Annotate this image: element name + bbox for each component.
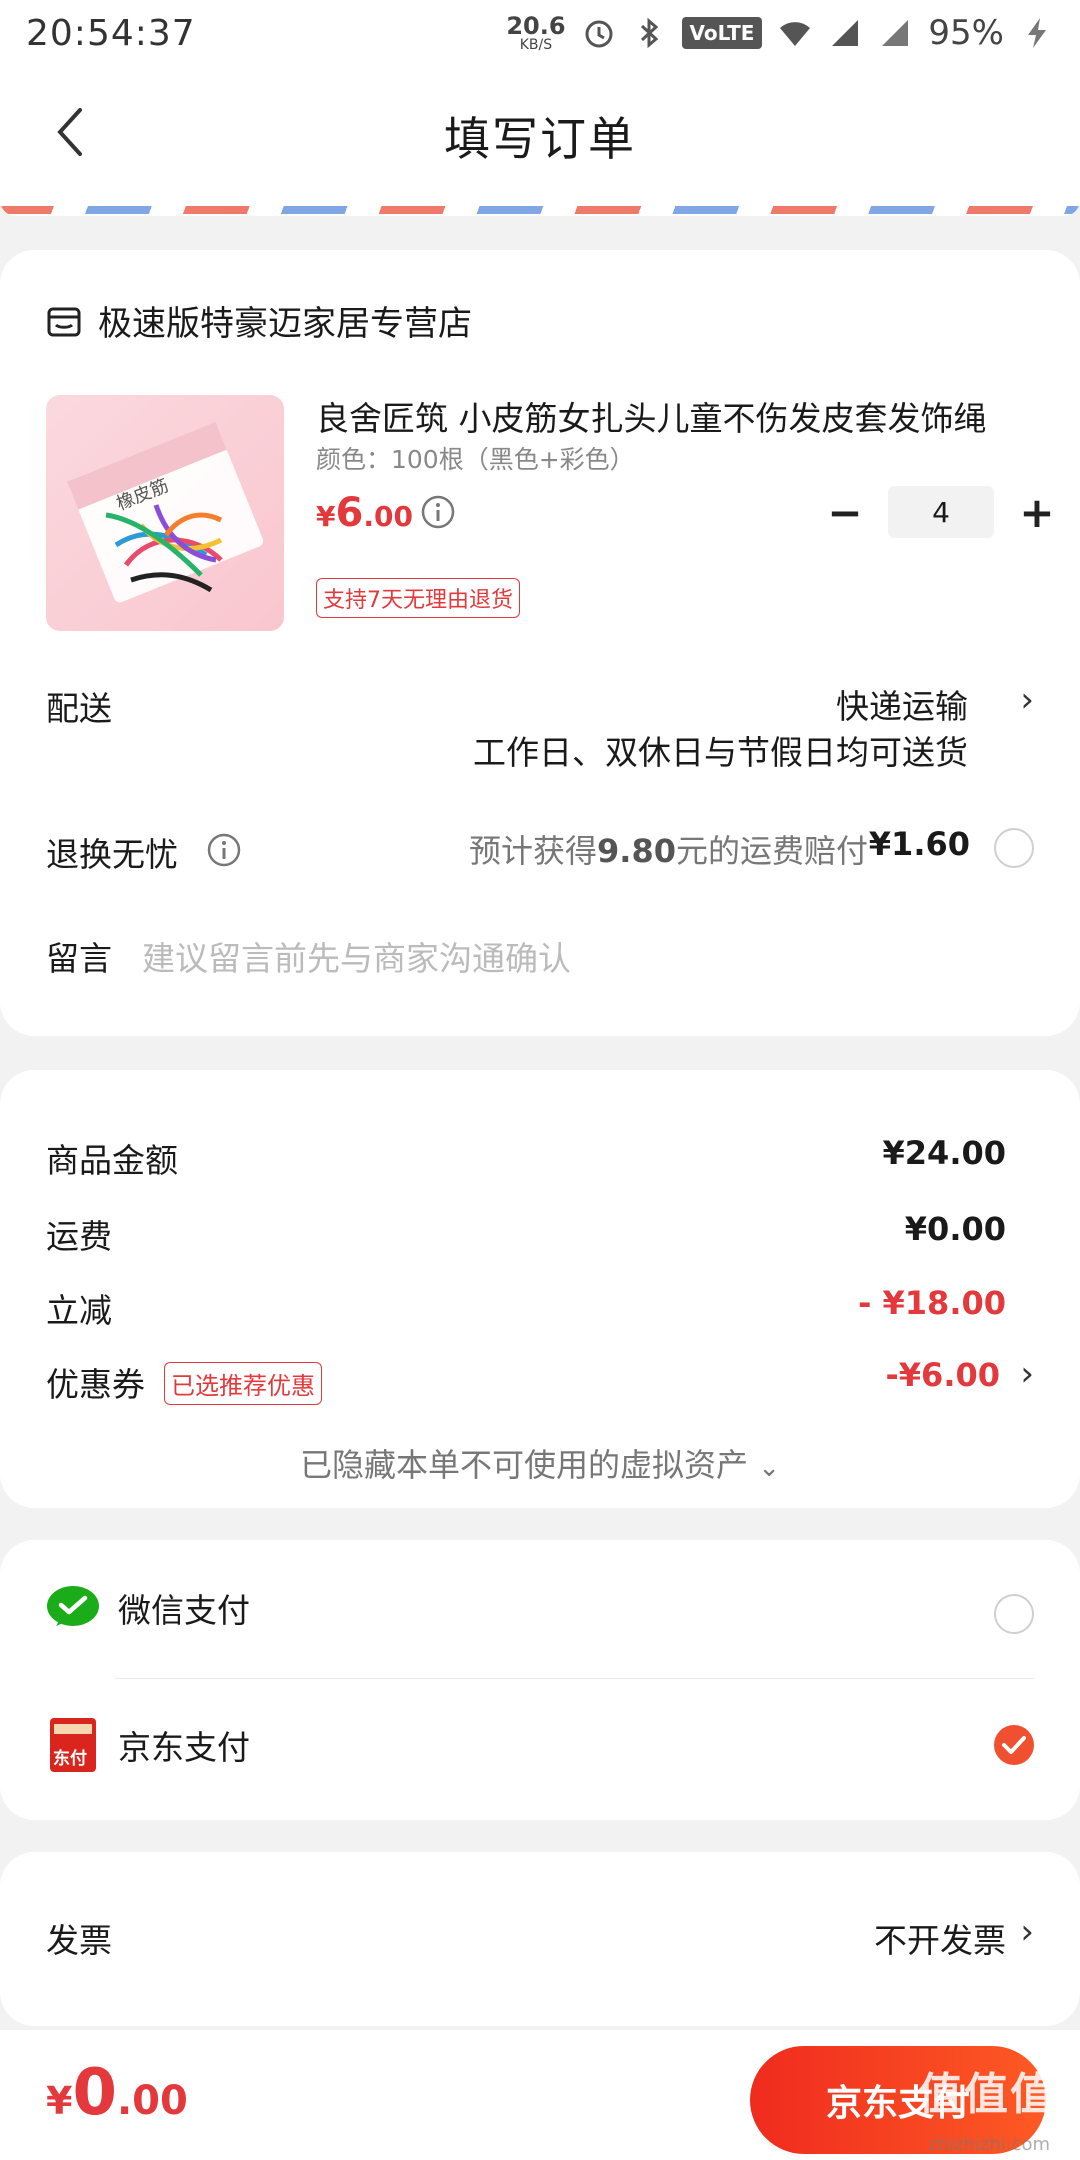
- coupon-badge: 已选推荐优惠: [164, 1362, 322, 1405]
- quantity-stepper: − 4 +: [820, 486, 1062, 538]
- discount-value: - ¥18.00: [858, 1284, 1006, 1322]
- airmail-border: [0, 200, 1080, 216]
- coupon-chevron-icon[interactable]: ›: [1020, 1354, 1034, 1394]
- quantity-plus-button[interactable]: +: [1012, 487, 1062, 537]
- goods-amount-value: ¥24.00: [882, 1134, 1006, 1172]
- return-policy-badge: 支持7天无理由退货: [316, 578, 520, 618]
- product-image-art: 橡皮筋: [67, 421, 264, 603]
- invoice-label: 发票: [46, 1921, 112, 1960]
- worry-free-desc-suffix: 元的运费赔付: [675, 832, 868, 870]
- wechat-pay-label: 微信支付: [118, 1591, 250, 1630]
- coupon-label: 优惠券: [46, 1365, 145, 1404]
- charging-icon: [1028, 18, 1046, 48]
- price-info-icon[interactable]: [420, 494, 456, 530]
- price-summary-card: 商品金额 ¥24.00 运费 ¥0.00 立减 - ¥18.00 优惠券 已选推…: [0, 1070, 1080, 1508]
- product-title[interactable]: 良舍匠筑 小皮筋女扎头儿童不伤发皮套发饰绳: [316, 392, 1016, 440]
- payment-option-jd[interactable]: 东付 京东支付: [46, 1718, 250, 1772]
- invoice-value[interactable]: 不开发票: [874, 1914, 1006, 1962]
- alarm-icon: [585, 20, 613, 48]
- jd-pay-icon: 东付: [50, 1718, 96, 1772]
- total-integer: 0: [72, 2056, 117, 2130]
- status-icons: 20.6 KB/S VoLTE 95%: [506, 13, 1054, 53]
- jd-pay-icon-text: 东付: [53, 1749, 87, 1769]
- worry-free-info-icon[interactable]: [206, 832, 242, 868]
- price-integer: 6: [335, 490, 364, 536]
- signal-icon-2: [882, 20, 909, 46]
- site-watermark-url: zhizhizhi.com: [928, 2134, 1050, 2155]
- hidden-assets-toggle[interactable]: 已隐藏本单不可使用的虚拟资产 ⌄: [0, 1440, 1080, 1486]
- quantity-input[interactable]: 4: [888, 486, 994, 538]
- discount-label: 立减: [46, 1291, 112, 1330]
- invoice-card[interactable]: 发票 不开发票 ›: [0, 1852, 1080, 2026]
- bluetooth-icon: [640, 17, 658, 49]
- coupon-value[interactable]: -¥6.00: [886, 1356, 1001, 1394]
- store-header[interactable]: 极速版特豪迈家居专营店: [46, 296, 472, 345]
- order-item-card: 极速版特豪迈家居专营店 橡皮筋 良舍匠筑 小皮筋女扎头儿童不伤发皮套发饰绳 颜色…: [0, 250, 1080, 1036]
- status-time: 20:54:37: [26, 12, 196, 54]
- delivery-method[interactable]: 快递运输: [836, 680, 968, 728]
- shipping-value: ¥0.00: [904, 1210, 1006, 1248]
- volte-icon: VoLTE: [681, 17, 763, 49]
- jd-pay-icon-band: [54, 1724, 92, 1734]
- site-watermark: 值值值: [918, 2069, 1056, 2120]
- delivery-label: 配送: [46, 689, 112, 728]
- wechat-pay-icon: [47, 1586, 99, 1626]
- page-title: 填写订单: [444, 112, 636, 166]
- payment-method-card: 微信支付 东付 京东支付: [0, 1540, 1080, 1820]
- order-total: ¥ 0 .00: [46, 2056, 188, 2130]
- battery-level: 95%: [928, 13, 1004, 53]
- delivery-note: 工作日、双休日与节假日均可送货: [473, 733, 968, 772]
- hidden-assets-note: 已隐藏本单不可使用的虚拟资产: [300, 1446, 749, 1484]
- delivery-chevron-icon[interactable]: ›: [1020, 680, 1034, 720]
- price-symbol: ¥: [316, 500, 336, 533]
- price-decimal: .00: [363, 500, 413, 533]
- product-image[interactable]: 橡皮筋: [46, 395, 284, 631]
- airmail-stripes: [0, 206, 1080, 214]
- total-symbol: ¥: [46, 2079, 73, 2123]
- jd-pay-radio[interactable]: [994, 1725, 1034, 1765]
- signal-icon-1: [832, 20, 859, 46]
- network-speed-unit: KB/S: [519, 37, 553, 53]
- wechat-pay-radio[interactable]: [994, 1594, 1034, 1634]
- payment-option-wechat[interactable]: 微信支付: [46, 1584, 250, 1632]
- message-input[interactable]: 建议留言前先与商家沟通确认: [142, 932, 571, 980]
- worry-free-amount: 9.80: [597, 832, 676, 870]
- product-spec[interactable]: 颜色：100根（黑色+彩色）: [316, 440, 635, 476]
- wifi-icon: [780, 22, 811, 46]
- worry-free-description: 预计获得9.80元的运费赔付: [469, 826, 868, 872]
- header: 填写订单: [0, 66, 1080, 206]
- jd-pay-label: 京东支付: [118, 1728, 250, 1767]
- checkout-bar: ¥ 0 .00 京东支付 值值值 zhizhizhi.com: [0, 2030, 1080, 2160]
- store-icon: [47, 307, 81, 336]
- chevron-down-icon: ⌄: [758, 1453, 780, 1483]
- payment-divider: [114, 1678, 1034, 1679]
- worry-free-desc-prefix: 预计获得: [469, 832, 598, 870]
- status-bar: 20:54:37 20.6 KB/S VoLTE 95%: [0, 0, 1080, 66]
- worry-free-label: 退换无忧: [46, 835, 178, 874]
- message-label: 留言: [46, 939, 112, 978]
- quantity-minus-button[interactable]: −: [820, 487, 870, 537]
- network-speed-value: 20.6: [506, 12, 566, 40]
- back-arrow-icon[interactable]: [46, 102, 96, 162]
- goods-amount-label: 商品金额: [46, 1141, 178, 1180]
- invoice-chevron-icon[interactable]: ›: [1020, 1912, 1034, 1952]
- network-speed: 20.6 KB/S: [506, 14, 565, 52]
- product-price: ¥ 6 .00: [316, 490, 413, 536]
- worry-free-price: ¥1.60: [868, 825, 970, 863]
- store-name: 极速版特豪迈家居专营店: [98, 304, 472, 344]
- check-icon: [1002, 1736, 1026, 1754]
- total-decimal: .00: [116, 2078, 188, 2124]
- shipping-label: 运费: [46, 1217, 112, 1256]
- worry-free-radio[interactable]: [994, 828, 1034, 868]
